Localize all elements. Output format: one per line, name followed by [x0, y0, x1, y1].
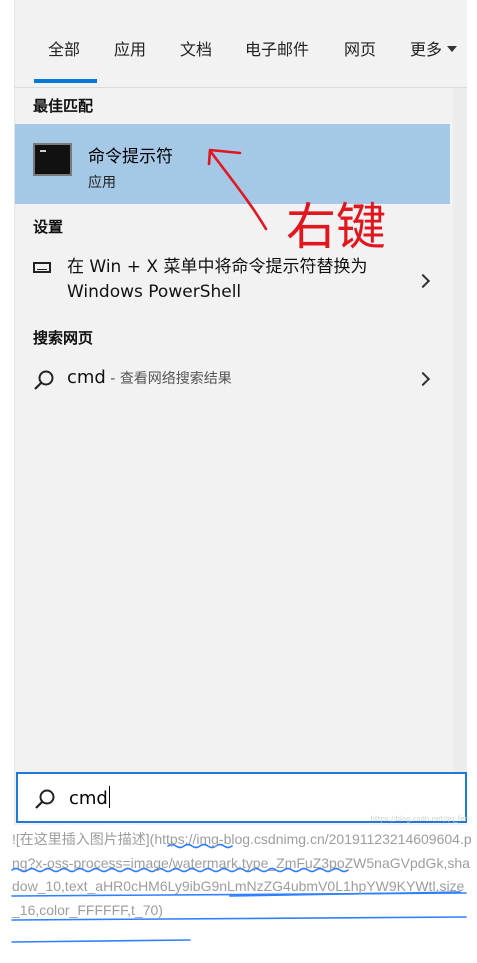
chevron-right-icon[interactable] [415, 273, 431, 289]
section-settings: 设置 [33, 218, 64, 236]
text-cursor [108, 786, 110, 808]
chevron-right-icon[interactable] [415, 371, 431, 387]
web-search-text: cmd - 查看网络搜索结果 [67, 367, 232, 388]
command-prompt-icon [33, 143, 72, 176]
tab-email[interactable]: 电子邮件 [245, 36, 309, 60]
search-icon [35, 789, 55, 809]
filter-tabs: 全部 应用 文档 电子邮件 网页 更多 [15, 0, 467, 88]
tab-web[interactable]: 网页 [344, 36, 376, 60]
chevron-down-icon [447, 46, 458, 52]
web-search-action: 查看网络搜索结果 [119, 371, 232, 387]
underline-straight [11, 939, 191, 943]
best-match-subtitle: 应用 [88, 175, 116, 191]
web-search-query: cmd [67, 367, 106, 388]
search-input[interactable]: cmd [69, 786, 110, 809]
web-search-item[interactable]: cmd - 查看网络搜索结果 [15, 360, 450, 400]
tab-apps[interactable]: 应用 [114, 36, 146, 60]
tab-all[interactable]: 全部 [48, 36, 80, 60]
markdown-image-link: ![在这里插入图片描述](https://img-blog.csdnimg.cn… [12, 831, 472, 918]
tabs-divider [15, 87, 467, 88]
section-web: 搜索网页 [33, 329, 94, 347]
tab-more[interactable]: 更多 [410, 36, 458, 60]
section-best-match: 最佳匹配 [33, 97, 94, 115]
watermark: https://blog.csdn.net/qq_fen [370, 815, 469, 823]
search-input-value: cmd [69, 788, 108, 809]
search-results-panel: 全部 应用 文档 电子邮件 网页 更多 最佳匹配 命令提示符 应用 设置 在 W… [14, 0, 467, 825]
tab-documents[interactable]: 文档 [180, 36, 212, 60]
search-icon [34, 370, 54, 390]
settings-item-powershell[interactable]: 在 Win + X 菜单中将命令提示符替换为 Windows PowerShel… [15, 252, 450, 312]
active-tab-indicator [34, 79, 97, 83]
settings-item-text: 在 Win + X 菜单中将命令提示符替换为 Windows PowerShel… [67, 257, 368, 302]
scrollbar[interactable] [453, 88, 467, 823]
web-search-separator: - [105, 371, 120, 387]
keyboard-icon [33, 262, 51, 273]
tab-more-label: 更多 [410, 40, 443, 59]
best-match-title: 命令提示符 [88, 147, 173, 167]
best-match-item-cmd[interactable]: 命令提示符 应用 [15, 124, 450, 204]
